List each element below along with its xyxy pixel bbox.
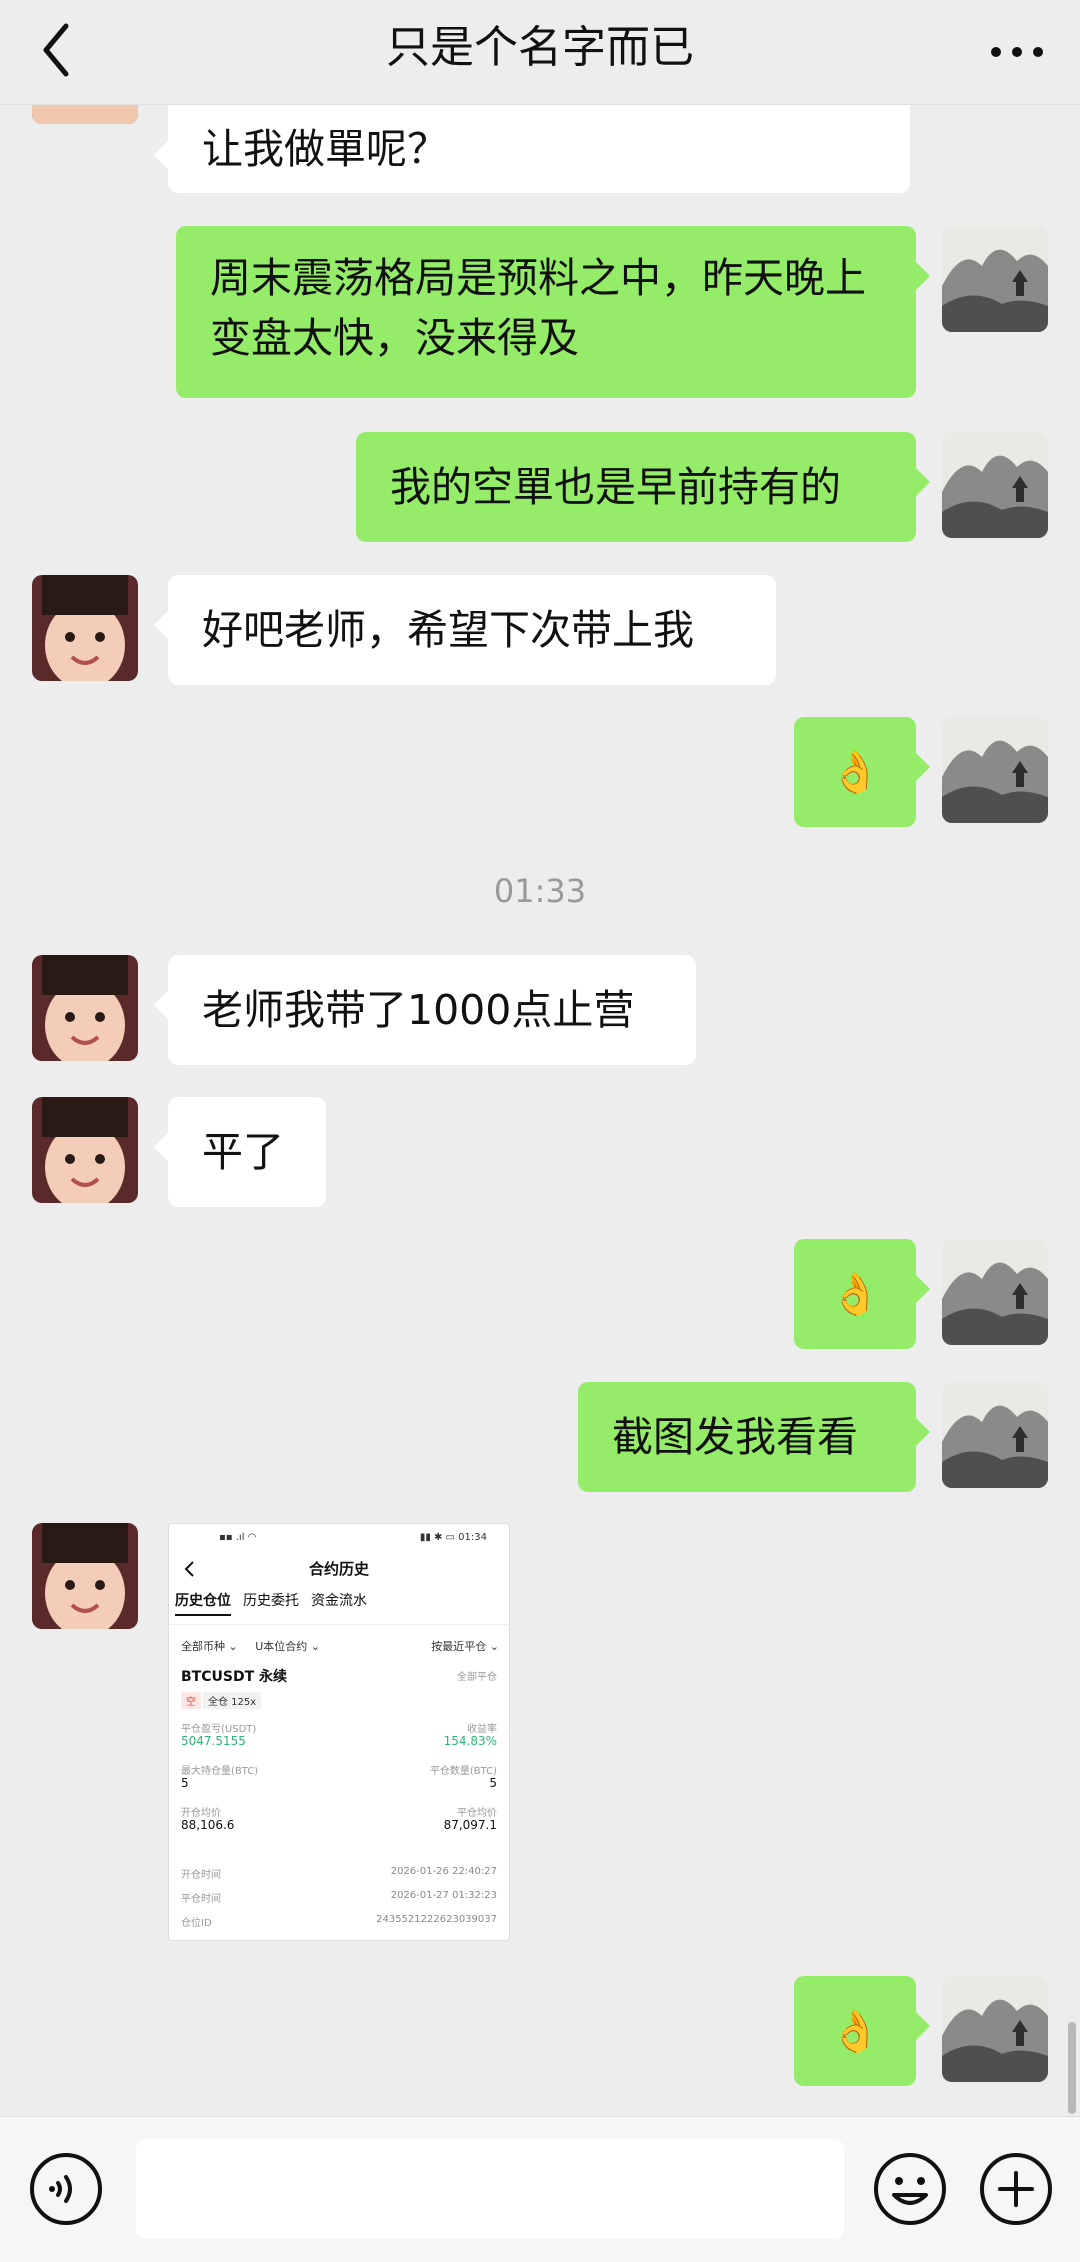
close-time-value: 2026-01-27 01:32:23	[390, 1890, 497, 1901]
contact-avatar[interactable]	[32, 1097, 138, 1203]
roi-value: 154.83%	[443, 1734, 497, 1748]
message-bubble-incoming[interactable]: 好吧老师，希望下次带上我	[154, 575, 776, 685]
closed-qty-label: 平仓数量(BTC)	[429, 1766, 497, 1777]
short-tag: 空	[181, 1692, 201, 1709]
message-input[interactable]	[136, 2139, 844, 2239]
more-dots-icon[interactable]	[982, 14, 1052, 74]
all-close-label: 全部平仓	[457, 1672, 497, 1683]
close-avg-value: 87,097.1	[443, 1818, 497, 1832]
contact-avatar[interactable]	[32, 955, 138, 1061]
message-bubble-outgoing[interactable]: 周末震荡格局是预料之中，昨天晚上变盘太快，没来得及	[176, 226, 930, 398]
screenshot-tabs: 历史仓位 历史委托 资金流水	[175, 1590, 367, 1616]
position-id-value: 2435521222623039037	[376, 1914, 497, 1925]
message-bubble-outgoing[interactable]: 截图发我看看	[578, 1382, 930, 1492]
my-avatar[interactable]	[942, 432, 1048, 538]
message-bubble-outgoing[interactable]: 我的空單也是早前持有的	[356, 432, 930, 542]
image-message-contract-history[interactable]: ▪▪ .ıl ◠ ▮▮ ✱ ▭ 01:34 合约历史 历史仓位 历史委托 资金流…	[168, 1523, 510, 1941]
chevron-left-icon[interactable]	[28, 12, 88, 82]
leverage-tag: 全仓 125x	[203, 1692, 262, 1709]
filter-coin: 全部币种 ⌄	[181, 1640, 238, 1653]
contact-avatar[interactable]	[32, 575, 138, 681]
closed-qty-value: 5	[489, 1776, 497, 1790]
trading-pair: BTCUSDT 永续	[181, 1669, 287, 1685]
my-avatar[interactable]	[942, 717, 1048, 823]
scrollbar[interactable]	[1068, 2022, 1076, 2114]
message-text: 截图发我看看	[612, 1413, 858, 1461]
filter-contract: U本位合约 ⌄	[255, 1640, 320, 1653]
status-left: ▪▪ .ıl ◠	[219, 1532, 257, 1543]
message-bubble-outgoing[interactable]: 👌	[794, 1239, 930, 1349]
tab-history-orders: 历史委托	[243, 1593, 299, 1609]
voice-icon[interactable]	[28, 2151, 104, 2227]
ok-hand-emoji: 👌	[829, 2007, 881, 2055]
message-text: 周末震荡格局是预料之中，昨天晚上变盘太快，没来得及	[210, 254, 866, 362]
status-bar: ▪▪ .ıl ◠ ▮▮ ✱ ▭ 01:34	[169, 1532, 509, 1548]
contact-avatar[interactable]	[32, 1523, 138, 1629]
message-text: 平了	[202, 1128, 284, 1176]
tab-fund-flow: 资金流水	[311, 1593, 367, 1609]
message-text: 我的空單也是早前持有的	[390, 463, 841, 511]
message-text: 老师我带了1000点止营	[202, 986, 635, 1034]
my-avatar[interactable]	[942, 226, 1048, 332]
divider	[169, 1624, 509, 1625]
message-bubble-outgoing[interactable]: 👌	[794, 717, 930, 827]
screenshot-title: 合约历史	[308, 1560, 369, 1578]
max-position-value: 5	[181, 1776, 189, 1790]
chat-header: 只是个名字而已	[0, 0, 1080, 105]
message-timestamp: 01:33	[493, 872, 587, 910]
message-bubble-outgoing[interactable]: 👌	[794, 1976, 930, 2086]
input-bar	[0, 2116, 1080, 2262]
close-time-label: 平仓时间	[181, 1894, 221, 1905]
open-time-label: 开仓时间	[181, 1870, 221, 1881]
my-avatar[interactable]	[942, 1382, 1048, 1488]
my-avatar[interactable]	[942, 1239, 1048, 1345]
pnl-label: 平仓盈亏(USDT)	[181, 1724, 257, 1735]
message-bubble-incoming[interactable]: 老师我带了1000点止营	[154, 955, 696, 1065]
position-id-label: 仓位ID	[181, 1918, 212, 1929]
tab-history-positions: 历史仓位	[175, 1590, 231, 1616]
roi-label: 收益率	[467, 1724, 497, 1735]
close-avg-label: 平仓均价	[457, 1808, 497, 1819]
my-avatar[interactable]	[942, 1976, 1048, 2082]
chat-title: 只是个名字而已	[386, 22, 694, 73]
message-text: 好吧老师，希望下次带上我	[202, 606, 694, 654]
filters: 全部币种 ⌄ U本位合约 ⌄ 按最近平仓 ⌄	[181, 1638, 499, 1654]
plus-icon[interactable]	[978, 2151, 1054, 2227]
message-text: 让我做單呢？	[202, 125, 448, 173]
emoji-icon[interactable]	[872, 2151, 948, 2227]
ok-hand-emoji: 👌	[829, 1270, 881, 1318]
max-position-label: 最大持仓量(BTC)	[181, 1766, 259, 1777]
open-avg-value: 88,106.6	[181, 1818, 235, 1832]
message-bubble-incoming[interactable]: 平了	[154, 1097, 326, 1207]
status-right: ▮▮ ✱ ▭ 01:34	[419, 1532, 487, 1543]
open-time-value: 2026-01-26 22:40:27	[390, 1866, 497, 1877]
message-bubble-incoming[interactable]: 让我做單呢？	[154, 105, 910, 193]
open-avg-label: 开仓均价	[181, 1808, 221, 1819]
ok-hand-emoji: 👌	[829, 748, 881, 796]
sort-filter: 按最近平仓 ⌄	[431, 1640, 499, 1653]
pnl-value: 5047.5155	[181, 1734, 246, 1748]
